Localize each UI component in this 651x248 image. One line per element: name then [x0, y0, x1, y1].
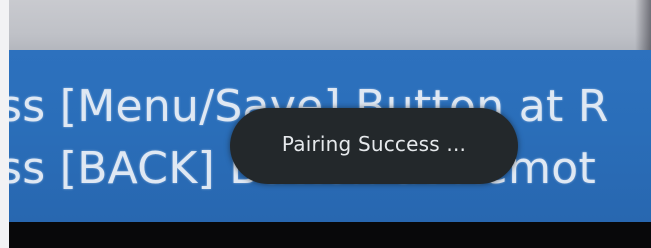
toast-message: Pairing Success ... — [281, 132, 467, 156]
top-gray-band — [9, 0, 651, 50]
bottom-black-band — [9, 222, 651, 248]
pairing-toast: Pairing Success ... — [230, 108, 518, 184]
tv-screen: ss [Menu/Save] Button at R ss [BACK] But… — [0, 0, 651, 248]
top-band-shadow — [635, 0, 651, 50]
screen-left-edge — [0, 0, 9, 248]
